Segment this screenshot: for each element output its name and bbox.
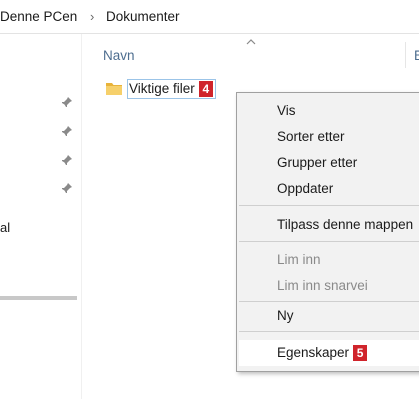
pin-icon[interactable] (61, 125, 73, 137)
nav-scrollbar[interactable] (0, 296, 77, 300)
step-badge-5: 5 (353, 345, 368, 361)
menu-item-vis[interactable]: Vis (277, 103, 296, 118)
menu-item-ny[interactable]: Ny (277, 308, 294, 323)
pin-icon[interactable] (61, 154, 73, 166)
column-separator[interactable] (405, 42, 406, 68)
menu-separator (239, 331, 419, 332)
menu-item-lim-inn-snarvei: Lim inn snarvei (277, 278, 368, 293)
nav-item-label[interactable]: al (0, 220, 10, 235)
folder-name-label[interactable]: Viktige filer 4 (127, 79, 216, 99)
pane-divider[interactable] (81, 34, 82, 399)
breadcrumb-documents[interactable]: Dokumenter (106, 9, 180, 24)
breadcrumb-separator[interactable]: › (90, 9, 94, 24)
menu-item-egenskaper-label: Egenskaper (277, 345, 350, 360)
menu-separator (239, 205, 419, 206)
column-header-partial[interactable]: E (414, 48, 419, 63)
menu-item-grupper-etter[interactable]: Grupper etter (277, 155, 357, 170)
navigation-pane: al (0, 34, 80, 399)
step-badge-4: 4 (198, 81, 213, 97)
menu-item-tilpass-mappen[interactable]: Tilpass denne mappen (277, 217, 413, 232)
menu-separator (239, 241, 419, 242)
folder-icon (106, 83, 122, 95)
menu-item-oppdater[interactable]: Oppdater (277, 181, 333, 196)
address-bar[interactable]: Denne PCen › Dokumenter (0, 0, 419, 34)
menu-item-egenskaper[interactable]: Egenskaper 5 (277, 345, 368, 361)
list-item[interactable]: Viktige filer 4 (100, 78, 240, 100)
menu-item-lim-inn: Lim inn (277, 252, 321, 267)
column-header-name[interactable]: Navn (103, 48, 135, 63)
folder-name-text: Viktige filer (129, 81, 195, 96)
menu-item-sorter-etter[interactable]: Sorter etter (277, 129, 345, 144)
breadcrumb-this-pc[interactable]: Denne PCen (0, 9, 77, 24)
menu-separator (239, 301, 419, 302)
context-menu: Vis Sorter etter Grupper etter Oppdater … (236, 92, 419, 372)
pin-icon[interactable] (61, 182, 73, 194)
pin-icon[interactable] (61, 96, 73, 108)
sort-up-icon (246, 39, 256, 45)
